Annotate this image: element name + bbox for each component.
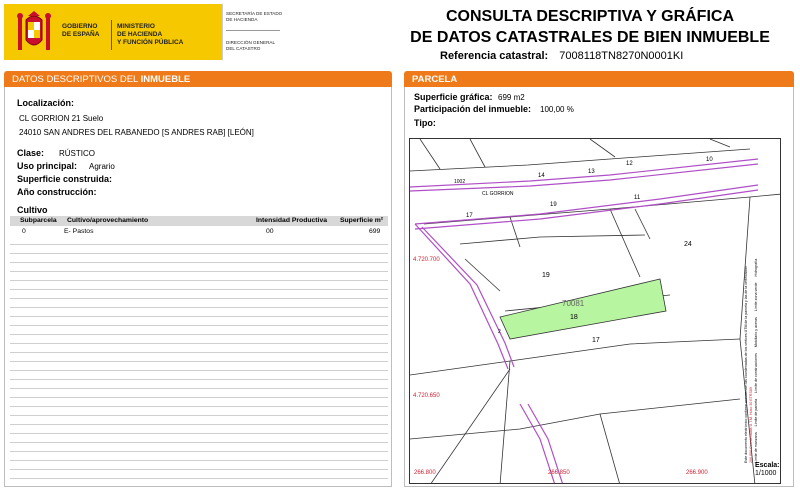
address-line-2: 24010 SAN ANDRES DEL RABANEDO [S ANDRES … xyxy=(19,128,254,137)
map-label-14: 14 xyxy=(538,173,545,179)
th-intensidad: Intensidad Productiva xyxy=(256,217,328,224)
legend-item-zona-verde: Límite zona verde xyxy=(753,282,758,312)
page-title: CONSULTA DESCRIPTIVA Y GRÁFICA DE DATOS … xyxy=(400,6,780,48)
parcel-number: 70081 xyxy=(562,299,585,308)
coord-x-3: 266.900 xyxy=(686,470,708,476)
ministry-line-3: Y FUNCIÓN PÚBLICA xyxy=(117,39,184,46)
coat-of-arms-icon xyxy=(17,11,51,50)
td-intensidad: 00 xyxy=(266,228,274,235)
th-subparcela: Subparcela xyxy=(20,217,57,224)
head-strong: INMUEBLE xyxy=(140,74,191,85)
secretaria-label: SECRETARÍA DE ESTADO DE HACIENDA xyxy=(226,11,282,23)
sup-grafica-value: 699 m2 xyxy=(498,93,525,102)
sup-grafica-label: Superficie gráfica: xyxy=(414,92,493,102)
participacion-value: 100,00 % xyxy=(540,105,574,114)
scale-value: 1/1000 xyxy=(755,470,777,477)
coord-y-2: 4.720.650 xyxy=(413,393,440,399)
parcela-header: PARCELA xyxy=(404,71,794,87)
direccion-line-2: DEL CATASTRO xyxy=(226,46,261,51)
th-cultivo: Cultivo/aprovechamiento xyxy=(67,217,149,224)
map-label-2: 2 xyxy=(498,329,501,335)
map-label-24: 24 xyxy=(684,241,692,248)
government-name: GOBIERNO DE ESPAÑA xyxy=(62,23,99,39)
uso-value: Agrario xyxy=(89,162,115,171)
map-label-11: 11 xyxy=(634,195,641,201)
participacion-label: Participación del inmueble: xyxy=(414,104,532,114)
map-label-19: 19 xyxy=(542,272,550,279)
title-line-1: CONSULTA DESCRIPTIVA Y GRÁFICA xyxy=(445,8,734,25)
ministry-line-1: MINISTERIO xyxy=(117,23,155,30)
map-label-18: 18 xyxy=(570,314,578,321)
uso-label: Uso principal: xyxy=(17,161,78,171)
map-legend: Este documento electrónico contiene anex… xyxy=(744,143,774,463)
logo-divider xyxy=(111,20,112,50)
map-label-13: 13 xyxy=(588,169,595,175)
cultivo-label: Cultivo xyxy=(17,205,48,215)
head-prefix: DATOS DESCRIPTIVOS DEL xyxy=(12,74,141,85)
map-label-17b: 17 xyxy=(466,213,473,219)
side-divider xyxy=(226,30,280,31)
coord-x-1: 266.800 xyxy=(414,470,436,476)
legend-item-mobiliario: Mobiliario y aceras xyxy=(753,317,758,348)
clase-value: RÚSTICO xyxy=(59,149,95,158)
map-label-1002: 1002 xyxy=(454,179,466,185)
anio-construccion-label: Año construcción: xyxy=(17,187,97,197)
title-line-2: DE DATOS CATASTRALES DE BIEN INMUEBLE xyxy=(410,29,770,46)
gov-line-1: GOBIERNO xyxy=(62,23,98,30)
gov-line-2: DE ESPAÑA xyxy=(62,31,100,38)
descriptive-data-header: DATOS DESCRIPTIVOS DEL INMUEBLE xyxy=(4,71,392,87)
legend-item-manzana: Límite de manzana xyxy=(753,432,758,463)
secretaria-line-2: DE HACIENDA xyxy=(226,17,258,22)
direccion-label: DIRECCIÓN GENERAL DEL CATASTRO xyxy=(226,40,275,52)
ref-label: Referencia catastral: xyxy=(440,50,549,62)
td-subparcela: 0 xyxy=(22,228,26,235)
ministry-name: MINISTERIO DE HACIENDA Y FUNCIÓN PÚBLICA xyxy=(117,23,183,47)
map-label-17: 17 xyxy=(592,337,600,344)
legend-item-hidrografia: Hidrografía xyxy=(753,258,758,277)
cadastral-map[interactable]: CL GORRION 70081 24 19 18 17 14 13 12 10… xyxy=(409,138,781,484)
ref-value: 7008118TN8270N0001KI xyxy=(559,50,684,62)
coord-y-1: 4.720.700 xyxy=(413,257,440,263)
map-svg xyxy=(410,139,780,483)
empty-table-lines xyxy=(10,236,388,482)
superficie-construida-label: Superficie construida: xyxy=(17,174,113,184)
legend-item-parcela: Límite de parcela xyxy=(753,398,758,427)
ministry-line-2: DE HACIENDA xyxy=(117,31,163,38)
clase-label: Clase: xyxy=(17,148,45,158)
tipo-label: Tipo: xyxy=(414,118,436,128)
td-superficie: 699 xyxy=(369,228,381,235)
map-label-12: 12 xyxy=(626,161,633,167)
legend-items: Límite de manzana Límite de parcela Lími… xyxy=(754,143,759,463)
street-label: CL GORRION xyxy=(482,191,514,197)
address-line-1: CL GORRION 21 Suelo xyxy=(19,114,104,123)
cadastral-reference: Referencia catastral: 7008118TN8270N0001… xyxy=(440,50,780,62)
th-superficie: Superficie m² xyxy=(340,217,384,224)
coord-x-2: 266.850 xyxy=(548,470,570,476)
scale-label: Escala: xyxy=(755,462,780,469)
cultivo-table-header: Subparcela Cultivo/aprovechamiento Inten… xyxy=(10,216,388,226)
localizacion-label: Localización: xyxy=(17,98,75,108)
map-scale: Escala: 1/1000 xyxy=(755,462,783,486)
legend-item-construcciones: Límite de construcciones xyxy=(753,353,758,393)
td-cultivo: E- Pastos xyxy=(64,228,94,235)
map-label-10: 10 xyxy=(706,157,713,163)
table-row: 0 E- Pastos 00 699 xyxy=(10,227,388,236)
map-label-19b: 19 xyxy=(550,202,557,208)
parcela-head-label: PARCELA xyxy=(412,74,458,85)
